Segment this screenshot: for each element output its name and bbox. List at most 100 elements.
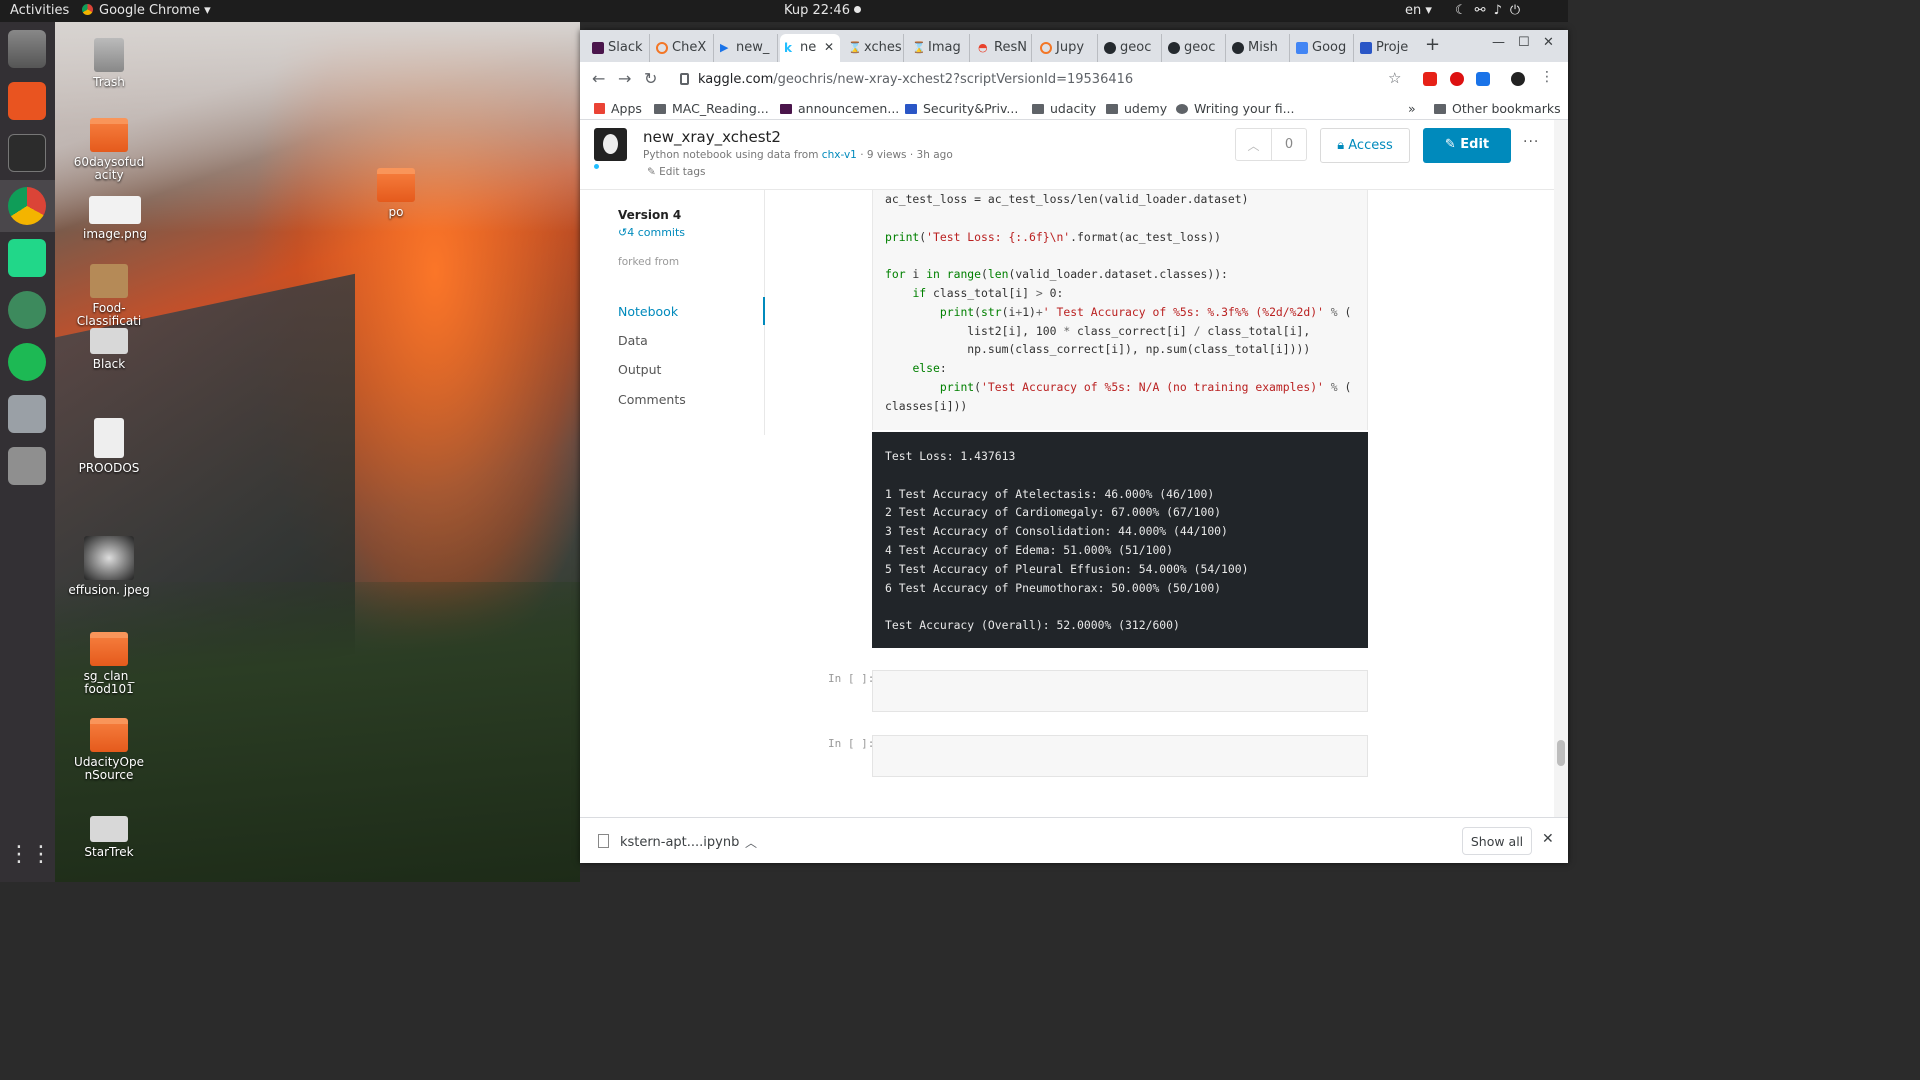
bookmark-apps[interactable]: Apps [594, 101, 642, 116]
reload-button[interactable]: ↻ [644, 69, 657, 88]
extension-adblock-icon[interactable] [1450, 72, 1464, 86]
empty-code-cell[interactable] [872, 735, 1368, 777]
clock[interactable]: Kup 22:46 [784, 3, 861, 18]
profile-avatar[interactable] [1511, 72, 1525, 86]
terminal-icon[interactable] [8, 134, 46, 172]
desktop-icon-60days[interactable]: 60daysofud acity [64, 118, 154, 182]
code-cell[interactable]: ac_test_loss = ac_test_loss/len(valid_lo… [872, 190, 1368, 488]
chevron-up-icon[interactable]: ︿ [745, 834, 757, 851]
url-path: /geochris/new-xray-xchest2?scriptVersion… [773, 72, 1134, 87]
download-item[interactable]: kstern-apt....ipynb [620, 835, 739, 850]
folder-icon [1434, 104, 1446, 114]
hourglass-icon: ⌛ [848, 41, 862, 54]
chrome-menu-icon[interactable]: ⋮ [1540, 69, 1554, 85]
app-menu[interactable]: Google Chrome ▾ [82, 3, 211, 18]
new-tab-button[interactable]: + [1425, 34, 1440, 55]
document-icon [94, 418, 124, 458]
project-icon [905, 104, 917, 114]
upvote-button[interactable]: ︿ [1236, 129, 1272, 160]
minimize-button[interactable]: — [1492, 35, 1505, 50]
nav-data[interactable]: Data [618, 333, 648, 348]
page-scrollbar[interactable] [1554, 120, 1568, 817]
output-text: Test Loss: 1.437613 1 Test Accuracy of A… [885, 449, 1249, 633]
author-avatar[interactable] [594, 128, 627, 161]
desktop-icon-image[interactable]: image.png [70, 196, 160, 241]
bookmark-star-icon[interactable]: ☆ [1388, 69, 1401, 87]
commits-link[interactable]: ↺4 commits [618, 226, 685, 239]
files-icon[interactable] [8, 30, 46, 68]
disks-icon[interactable] [8, 447, 46, 485]
desktop-icon-udacity-open-source[interactable]: UdacityOpe nSource [64, 718, 154, 782]
url-host: kaggle.com [698, 72, 774, 87]
close-window-button[interactable]: ✕ [1543, 35, 1554, 50]
settings-icon[interactable] [8, 395, 46, 433]
extension-youtube-icon[interactable] [1423, 72, 1437, 86]
desktop-icon-trash[interactable]: Trash [64, 38, 154, 89]
tab-resnet[interactable]: ◓ ResN [974, 34, 1032, 62]
project-icon [1360, 42, 1372, 54]
close-tab-icon[interactable]: ✕ [824, 40, 834, 54]
desktop-icon-po[interactable]: po [351, 168, 441, 219]
desktop-icon-effusion[interactable]: effusion. jpeg [64, 536, 154, 597]
desktop-icon-sg-clan[interactable]: sg_clan_ food101 [64, 632, 154, 696]
tab-google-translate[interactable]: Goog [1292, 34, 1354, 62]
scrollbar-thumb[interactable] [1557, 740, 1565, 766]
online-dot [594, 164, 599, 169]
access-button[interactable]: 🔒︎ Access [1320, 128, 1410, 163]
xray-image-icon [84, 536, 134, 580]
input-prompt: In [ ]: [828, 737, 875, 750]
desktop-icon-proodos[interactable]: PROODOS [64, 418, 154, 475]
tab-image[interactable]: ⌛ Imag [908, 34, 970, 62]
system-tray[interactable]: ☾⚯♪⏻ [1455, 3, 1528, 18]
show-all-button[interactable]: Show all [1462, 827, 1532, 855]
trash-icon [94, 38, 124, 72]
vote-count: 0 [1284, 137, 1294, 152]
edit-tags-link[interactable]: ✎ Edit tags [647, 166, 706, 178]
tab-chex[interactable]: CheX [652, 34, 714, 62]
more-options-button[interactable]: ··· [1523, 134, 1539, 150]
keyboard-language[interactable]: en ▾ [1405, 3, 1432, 18]
show-apps-icon[interactable]: ⋮⋮ [8, 837, 52, 875]
empty-code-cell[interactable] [872, 670, 1368, 712]
tab-github-1[interactable]: geoc [1100, 34, 1162, 62]
tab-xchest[interactable]: ⌛ xches [844, 34, 904, 62]
tab-github-3[interactable]: Mish [1228, 34, 1290, 62]
extension-cast-icon[interactable] [1476, 72, 1490, 86]
tab-project[interactable]: Proje [1356, 34, 1418, 62]
edit-button[interactable]: ✎ Edit [1423, 128, 1511, 163]
desktop-icon-black[interactable]: Black [64, 328, 154, 371]
bookmark-writing[interactable]: Writing your fi... [1176, 101, 1295, 116]
bookmark-mac-reading[interactable]: MAC_Reading... [654, 101, 769, 116]
bookmark-udacity[interactable]: udacity [1032, 101, 1096, 116]
bookmark-udemy[interactable]: udemy [1106, 101, 1167, 116]
vote-widget: ︿ 0 [1235, 128, 1307, 161]
activities-button[interactable]: Activities [10, 3, 69, 18]
spotify-icon[interactable] [8, 343, 46, 381]
chrome-dock-icon[interactable] [8, 187, 46, 225]
close-shelf-icon[interactable]: ✕ [1542, 831, 1554, 847]
bookmark-announcements[interactable]: announcemen... [780, 101, 899, 116]
nav-output[interactable]: Output [618, 362, 661, 377]
software-center-icon[interactable] [8, 82, 46, 120]
active-nav-indicator [763, 297, 765, 325]
nav-comments[interactable]: Comments [618, 392, 686, 407]
bookmark-security-privacy[interactable]: Security&Priv... [905, 101, 1018, 116]
bookmarks-overflow[interactable]: » [1408, 101, 1416, 116]
tab-kaggle-active[interactable]: k ne ✕ [780, 34, 840, 62]
back-button[interactable]: ← [592, 69, 605, 88]
bookmarks-bar: Apps MAC_Reading... announcemen... Secur… [580, 98, 1568, 120]
forward-button[interactable]: → [618, 69, 631, 88]
atom-icon[interactable] [8, 291, 46, 329]
pycharm-icon[interactable] [8, 239, 46, 277]
tab-new[interactable]: ▶ new_ [716, 34, 778, 62]
tab-slack[interactable]: Slack [588, 34, 650, 62]
nav-notebook[interactable]: Notebook [618, 304, 678, 319]
dataset-link[interactable]: chx-v1 [822, 149, 857, 161]
tab-github-2[interactable]: geoc [1164, 34, 1226, 62]
desktop-icon-startrek[interactable]: StarTrek [64, 816, 154, 859]
maximize-button[interactable]: ☐ [1518, 35, 1530, 50]
drive-icon [90, 816, 128, 842]
bookmark-other[interactable]: Other bookmarks [1434, 101, 1561, 116]
address-bar[interactable]: kaggle.com/geochris/new-xray-xchest2?scr… [670, 67, 1410, 93]
tab-jupyter[interactable]: Jupy [1036, 34, 1098, 62]
